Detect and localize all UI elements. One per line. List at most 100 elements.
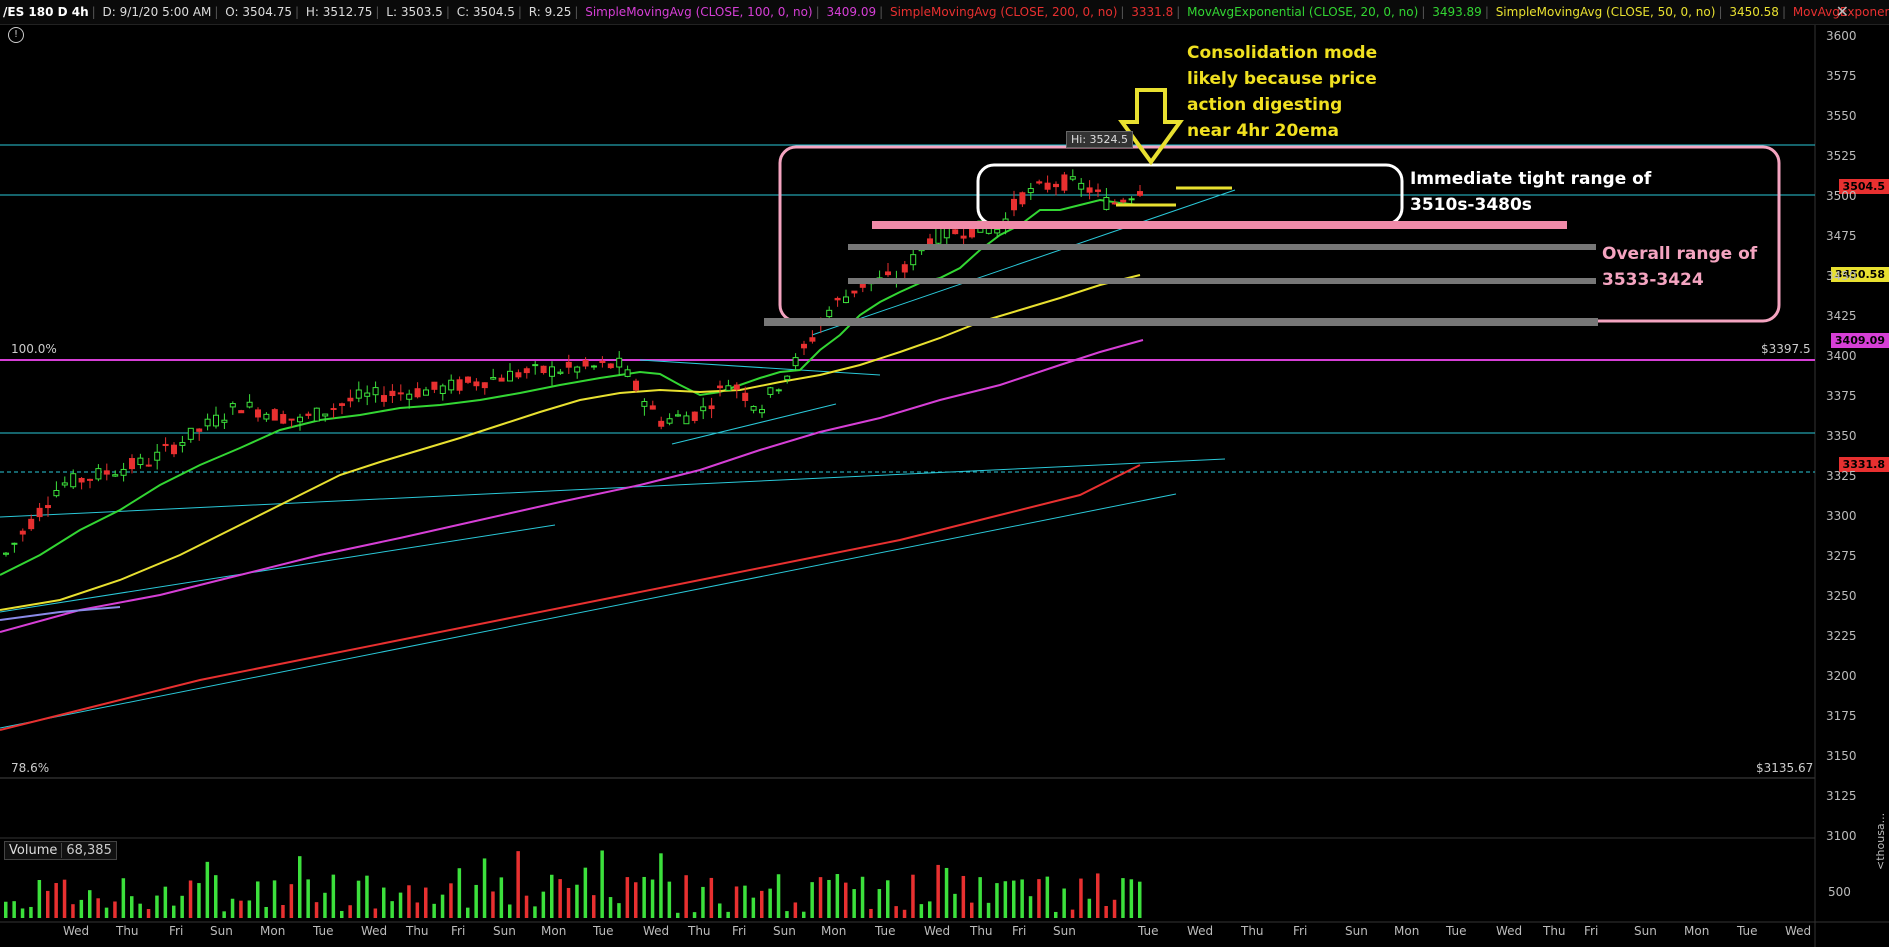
volume-bar — [138, 903, 142, 918]
trendline-breakout — [811, 189, 1236, 336]
candle-body — [3, 552, 9, 555]
volume-bar — [734, 886, 739, 918]
volume-bar — [281, 905, 285, 918]
volume-bar — [205, 861, 210, 918]
volume-bar — [365, 875, 369, 918]
y-tick-label: 3425 — [1826, 309, 1857, 323]
candle-body — [103, 470, 110, 475]
candle-body — [927, 238, 933, 245]
candle-body — [145, 464, 152, 467]
candle-body — [767, 387, 774, 395]
volume-bar — [314, 902, 319, 918]
volume-bar — [340, 910, 344, 918]
candle-body — [910, 254, 917, 266]
candle-body — [389, 390, 396, 396]
candle-body — [297, 416, 303, 423]
info-icon[interactable]: ! — [8, 27, 24, 43]
price-chart[interactable] — [0, 0, 1889, 947]
volume-bar — [818, 877, 823, 918]
candle-body — [1086, 187, 1093, 193]
volume-bar — [390, 901, 394, 918]
volume-unit-label: <thousa... — [1874, 812, 1887, 870]
volume-bar — [692, 912, 697, 918]
volume-bar — [776, 874, 781, 918]
candle-body — [742, 392, 749, 401]
x-tick-label: Sun — [1634, 924, 1657, 938]
candle-body — [19, 530, 26, 535]
candle-body — [255, 409, 261, 418]
candle-body — [490, 377, 497, 380]
candle-body — [851, 290, 858, 294]
fib-786-price: $3135.67 — [1756, 761, 1814, 775]
volume-bar — [1079, 878, 1083, 918]
x-tick-label: Fri — [169, 924, 184, 938]
study-sma50[interactable]: SimpleMovingAvg (CLOSE, 50, 0, no) — [1493, 5, 1719, 19]
x-tick-label: Fri — [1293, 924, 1308, 938]
y-tick-label: 3575 — [1826, 69, 1857, 83]
x-tick-label: Thu — [116, 924, 139, 938]
x-tick-label: Fri — [451, 924, 466, 938]
volume-bar — [953, 893, 957, 918]
candle-body — [1027, 188, 1034, 194]
volume-bar — [634, 882, 638, 918]
volume-bar — [474, 884, 478, 918]
study-ema20[interactable]: MovAvgExponential (CLOSE, 20, 0, no) — [1184, 5, 1421, 19]
volume-bar — [113, 901, 117, 918]
down-arrow-icon — [1118, 88, 1184, 166]
candle-body — [347, 397, 354, 402]
volume-bar — [1028, 896, 1033, 918]
volume-bar — [894, 906, 898, 918]
study-sma200-value: 3331.8 — [1131, 5, 1174, 19]
candle-body — [271, 409, 278, 421]
study-sma100[interactable]: SimpleMovingAvg (CLOSE, 100, 0, no) — [582, 5, 815, 19]
volume-bar — [457, 868, 462, 918]
volume-bar — [298, 856, 302, 918]
candle-body — [725, 385, 732, 391]
study-sma100-value: 3409.09 — [826, 5, 877, 19]
volume-bar — [743, 885, 747, 918]
candle-body — [801, 343, 807, 349]
volume-bar — [348, 905, 352, 918]
candle-body — [708, 405, 715, 410]
study-sma200[interactable]: SimpleMovingAvg (CLOSE, 200, 0, no) — [887, 5, 1120, 19]
volume-bar — [482, 858, 487, 918]
candle-body — [162, 443, 169, 447]
candle-body — [624, 369, 631, 377]
x-tick-label: Tue — [593, 924, 614, 938]
x-tick-label: Sun — [1345, 924, 1368, 938]
candle-body — [759, 409, 765, 414]
volume-title: Volume — [9, 843, 58, 858]
volume-bar — [130, 896, 134, 918]
candle-body — [717, 385, 723, 389]
candle-body — [1053, 183, 1059, 188]
volume-bar — [726, 911, 730, 918]
volume-bar — [1129, 879, 1134, 918]
volume-bar — [718, 903, 722, 918]
volume-bar — [516, 851, 520, 918]
volume-bar — [810, 882, 814, 918]
y-tick-label: 3325 — [1826, 469, 1857, 483]
x-tick-label: Mon — [1684, 924, 1710, 938]
volume-bar — [37, 880, 42, 918]
volume-bar — [936, 864, 940, 918]
candle-body — [565, 361, 572, 368]
x-tick-label: Thu — [406, 924, 429, 938]
volume-bar — [575, 884, 579, 918]
candle-body — [28, 518, 35, 530]
candle-body — [1120, 199, 1127, 203]
symbol-label[interactable]: /ES 180 D 4h — [0, 5, 92, 19]
close-label: C: 3504.5 — [456, 5, 515, 19]
volume-bar — [247, 900, 252, 918]
candle-body — [154, 451, 161, 461]
date-label: D: 9/1/20 5:00 AM — [102, 5, 212, 19]
volume-bar — [54, 883, 58, 918]
candle-body — [439, 385, 446, 394]
close-icon[interactable]: ✕ — [1836, 2, 1849, 21]
volume-bar — [146, 909, 151, 918]
x-tick-label: Tue — [1737, 924, 1758, 938]
y-tick-label: 3450 — [1826, 269, 1857, 283]
x-tick-label: Tue — [875, 924, 896, 938]
x-tick-label: Tue — [1446, 924, 1467, 938]
volume-bar — [961, 875, 966, 918]
candle-body — [423, 389, 429, 396]
